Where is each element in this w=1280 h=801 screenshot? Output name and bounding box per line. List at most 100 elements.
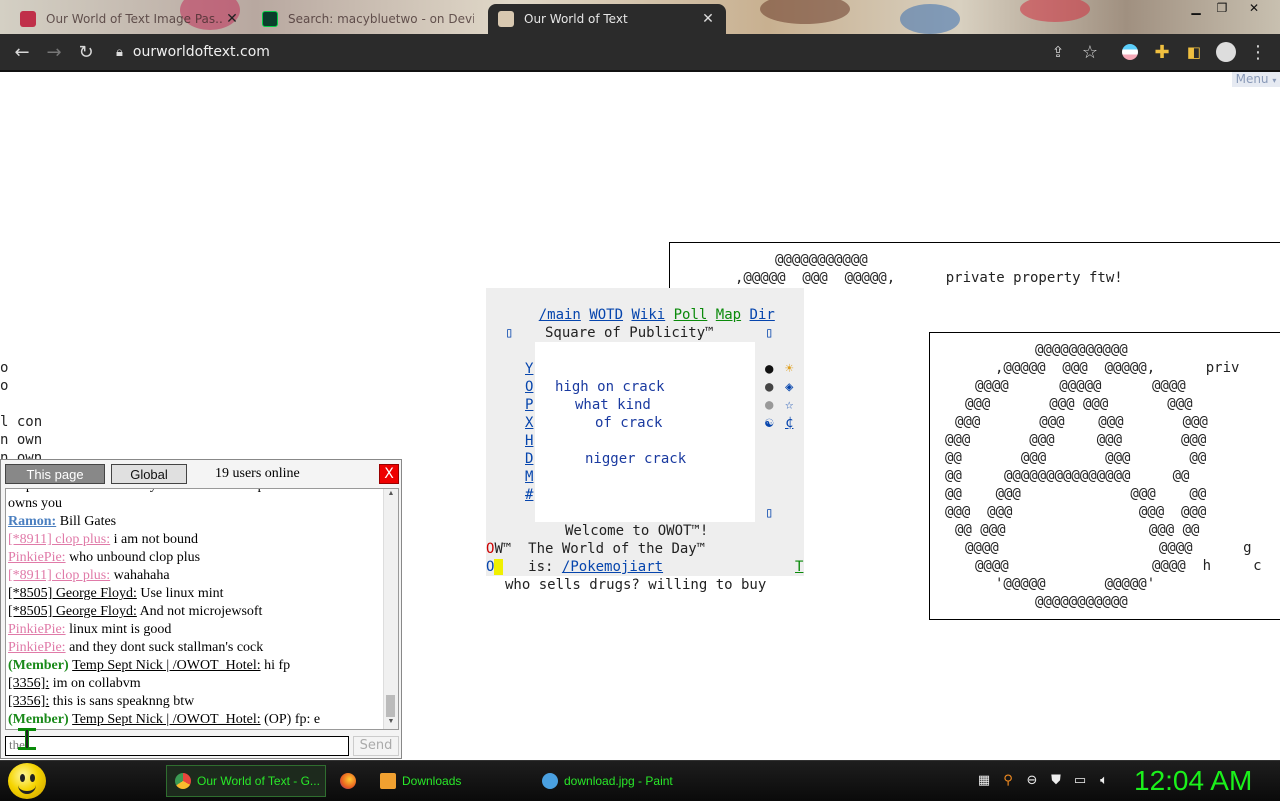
chat-nickname[interactable]: Temp Sept Nick | /OWOT_Hotel: bbox=[72, 658, 260, 673]
star-icon[interactable]: ☆ bbox=[1078, 40, 1102, 64]
side-panel-icon[interactable]: ◧ bbox=[1182, 40, 1206, 64]
chat-scrollbar[interactable]: ▲ ▼ bbox=[383, 489, 398, 729]
minimize-icon[interactable]: ▁ bbox=[1182, 0, 1210, 16]
chat-nickname[interactable]: [*8911] clop plus: bbox=[8, 532, 110, 547]
letter-link[interactable]: Y bbox=[525, 361, 533, 377]
chat-nickname[interactable]: [*8505] George Floyd: bbox=[8, 604, 137, 619]
chat-nickname[interactable]: [*8505] George Floyd: bbox=[8, 586, 137, 601]
nav-link-wotd[interactable]: WOTD bbox=[589, 307, 623, 323]
scroll-down-icon[interactable]: ▼ bbox=[384, 717, 398, 729]
more-menu-icon[interactable]: ⋮ bbox=[1246, 40, 1270, 64]
background-splat bbox=[900, 4, 960, 34]
letter-link[interactable]: O bbox=[525, 379, 533, 395]
nav-link-wiki[interactable]: Wiki bbox=[631, 307, 665, 323]
chat-message: [3356]: this is sans speaknng btw bbox=[8, 693, 380, 711]
chat-input[interactable]: the bbox=[5, 736, 349, 756]
cent-icon[interactable]: ¢ bbox=[785, 414, 793, 432]
letter-link[interactable]: X bbox=[525, 415, 533, 431]
letter-link[interactable]: T bbox=[795, 559, 803, 575]
portal-letter-link[interactable]: H bbox=[525, 432, 533, 450]
star-outline-icon[interactable]: ☆ bbox=[785, 396, 793, 414]
taskbar-item-paint[interactable]: download.jpg - Paint bbox=[534, 765, 698, 797]
start-button-smiley-icon[interactable] bbox=[8, 763, 46, 799]
send-button[interactable]: Send bbox=[353, 736, 399, 756]
wotd-link[interactable]: /Pokemojiart bbox=[562, 559, 663, 575]
nav-link-poll[interactable]: Poll bbox=[674, 307, 708, 323]
wotd-right-letter[interactable]: T bbox=[795, 558, 803, 576]
tray-monitor-icon[interactable]: ▭ bbox=[1072, 771, 1088, 789]
left-edge-text: o bbox=[0, 378, 9, 394]
sun-icon[interactable]: ☀ bbox=[785, 360, 793, 378]
window-close-icon[interactable]: ✕ bbox=[1240, 0, 1268, 16]
taskbar-item-downloads[interactable]: Downloads bbox=[372, 765, 532, 797]
profile-avatar-icon[interactable] bbox=[1214, 40, 1238, 64]
chat-message-text: And not microjewsoft bbox=[136, 604, 263, 619]
portal-letter-link[interactable]: X bbox=[525, 414, 533, 432]
portal-letter-link[interactable]: O bbox=[525, 378, 533, 396]
scroll-thumb[interactable] bbox=[386, 695, 395, 717]
chat-nickname[interactable]: Ramon: bbox=[8, 514, 56, 529]
nav-link-main[interactable]: /main bbox=[539, 307, 581, 323]
chat-message-text: (OP) fp: e bbox=[260, 712, 321, 727]
owot-icon bbox=[498, 11, 514, 27]
menu-button[interactable]: Menu ▾ bbox=[1232, 72, 1280, 87]
portal-letter-link[interactable]: D bbox=[525, 450, 533, 468]
chat-close-button[interactable]: X bbox=[379, 464, 399, 484]
address-bar[interactable]: 🔒︎ ourworldoftext.com bbox=[108, 38, 1108, 66]
letter-link[interactable]: H bbox=[525, 433, 533, 449]
url-text: ourworldoftext.com bbox=[132, 44, 270, 60]
nav-link-dir[interactable]: Dir bbox=[750, 307, 775, 323]
chat-message-text: i am not bound bbox=[110, 532, 199, 547]
chat-message: [3356]: im on collabvm bbox=[8, 675, 380, 693]
tray-shield-icon[interactable]: ⛊ bbox=[1048, 771, 1064, 789]
share-icon[interactable]: ⇪ bbox=[1046, 40, 1070, 64]
wotd-row: OW™ The World of the Day™ bbox=[486, 540, 705, 558]
nav-link-map[interactable]: Map bbox=[716, 307, 741, 323]
close-icon[interactable]: ✕ bbox=[224, 11, 240, 27]
chat-nickname[interactable]: Temp Sept Nick | /OWOT_Hotel: bbox=[72, 712, 260, 727]
forward-icon[interactable]: → bbox=[42, 40, 66, 64]
diamond-icon[interactable]: ◈ bbox=[785, 378, 793, 396]
ascii-art-line: '@@@@@ @@@@@' bbox=[995, 576, 1156, 592]
tab-global[interactable]: Global bbox=[111, 464, 187, 484]
tray-volume-icon[interactable]: 🔈︎ bbox=[1096, 771, 1112, 789]
chat-nickname[interactable]: [*8911] clop plus: bbox=[8, 568, 110, 583]
close-icon[interactable]: ✕ bbox=[700, 11, 716, 27]
smiley-eye bbox=[20, 774, 25, 782]
letter-link[interactable]: D bbox=[525, 451, 533, 467]
letter-link[interactable]: M bbox=[525, 469, 533, 485]
tray-search-icon[interactable]: ⚲ bbox=[1000, 771, 1016, 789]
scroll-up-icon[interactable]: ▲ bbox=[384, 489, 398, 501]
tab-our-world-of-text[interactable]: Our World of Text ✕ bbox=[488, 4, 726, 34]
chat-messages[interactable]: corporations will control your life fore… bbox=[5, 488, 399, 730]
chat-nickname[interactable]: PinkiePie: bbox=[8, 550, 66, 565]
chat-nickname[interactable]: [3356]: bbox=[8, 694, 49, 709]
taskbar-item-firefox[interactable] bbox=[336, 765, 366, 797]
tab-image-paste[interactable]: Our World of Text Image Pas... ✕ bbox=[10, 4, 250, 34]
extension-flag-icon[interactable] bbox=[1118, 40, 1142, 64]
taskbar-clock[interactable]: 12:04 AM bbox=[1134, 765, 1252, 797]
portal-letter-link[interactable]: M bbox=[525, 468, 533, 486]
portal-letter-link[interactable]: # bbox=[525, 486, 533, 504]
reload-icon[interactable]: ↻ bbox=[74, 40, 98, 64]
chat-message: corporations will control your life fore… bbox=[8, 489, 380, 495]
letter-link[interactable]: # bbox=[525, 487, 533, 503]
site-icon bbox=[20, 11, 36, 27]
ascii-art-line: @@@@ @@@@ g bbox=[965, 540, 1252, 556]
portal-letter-link[interactable]: Y bbox=[525, 360, 533, 378]
chat-nickname[interactable]: PinkiePie: bbox=[8, 640, 66, 655]
portal-letter-link[interactable]: P bbox=[525, 396, 533, 414]
text-cursor-icon bbox=[18, 728, 36, 750]
extensions-puzzle-icon[interactable]: ✚ bbox=[1150, 40, 1174, 64]
taskbar-item-chrome[interactable]: Our World of Text - G... bbox=[166, 765, 326, 797]
chat-nickname[interactable]: PinkiePie: bbox=[8, 622, 66, 637]
tray-network-grid-icon[interactable]: ▦ bbox=[976, 771, 992, 789]
tab-this-page[interactable]: This page bbox=[5, 464, 105, 484]
restore-icon[interactable]: ❐ bbox=[1208, 0, 1236, 16]
publicity-text: high on crack bbox=[555, 379, 665, 395]
back-icon[interactable]: ← bbox=[10, 40, 34, 64]
chat-nickname[interactable]: [3356]: bbox=[8, 676, 49, 691]
tray-minus-icon[interactable]: ⊖ bbox=[1024, 771, 1040, 789]
tab-deviantart-search[interactable]: Search: macybluetwo - on Devia... bbox=[252, 4, 484, 34]
letter-link[interactable]: P bbox=[525, 397, 533, 413]
